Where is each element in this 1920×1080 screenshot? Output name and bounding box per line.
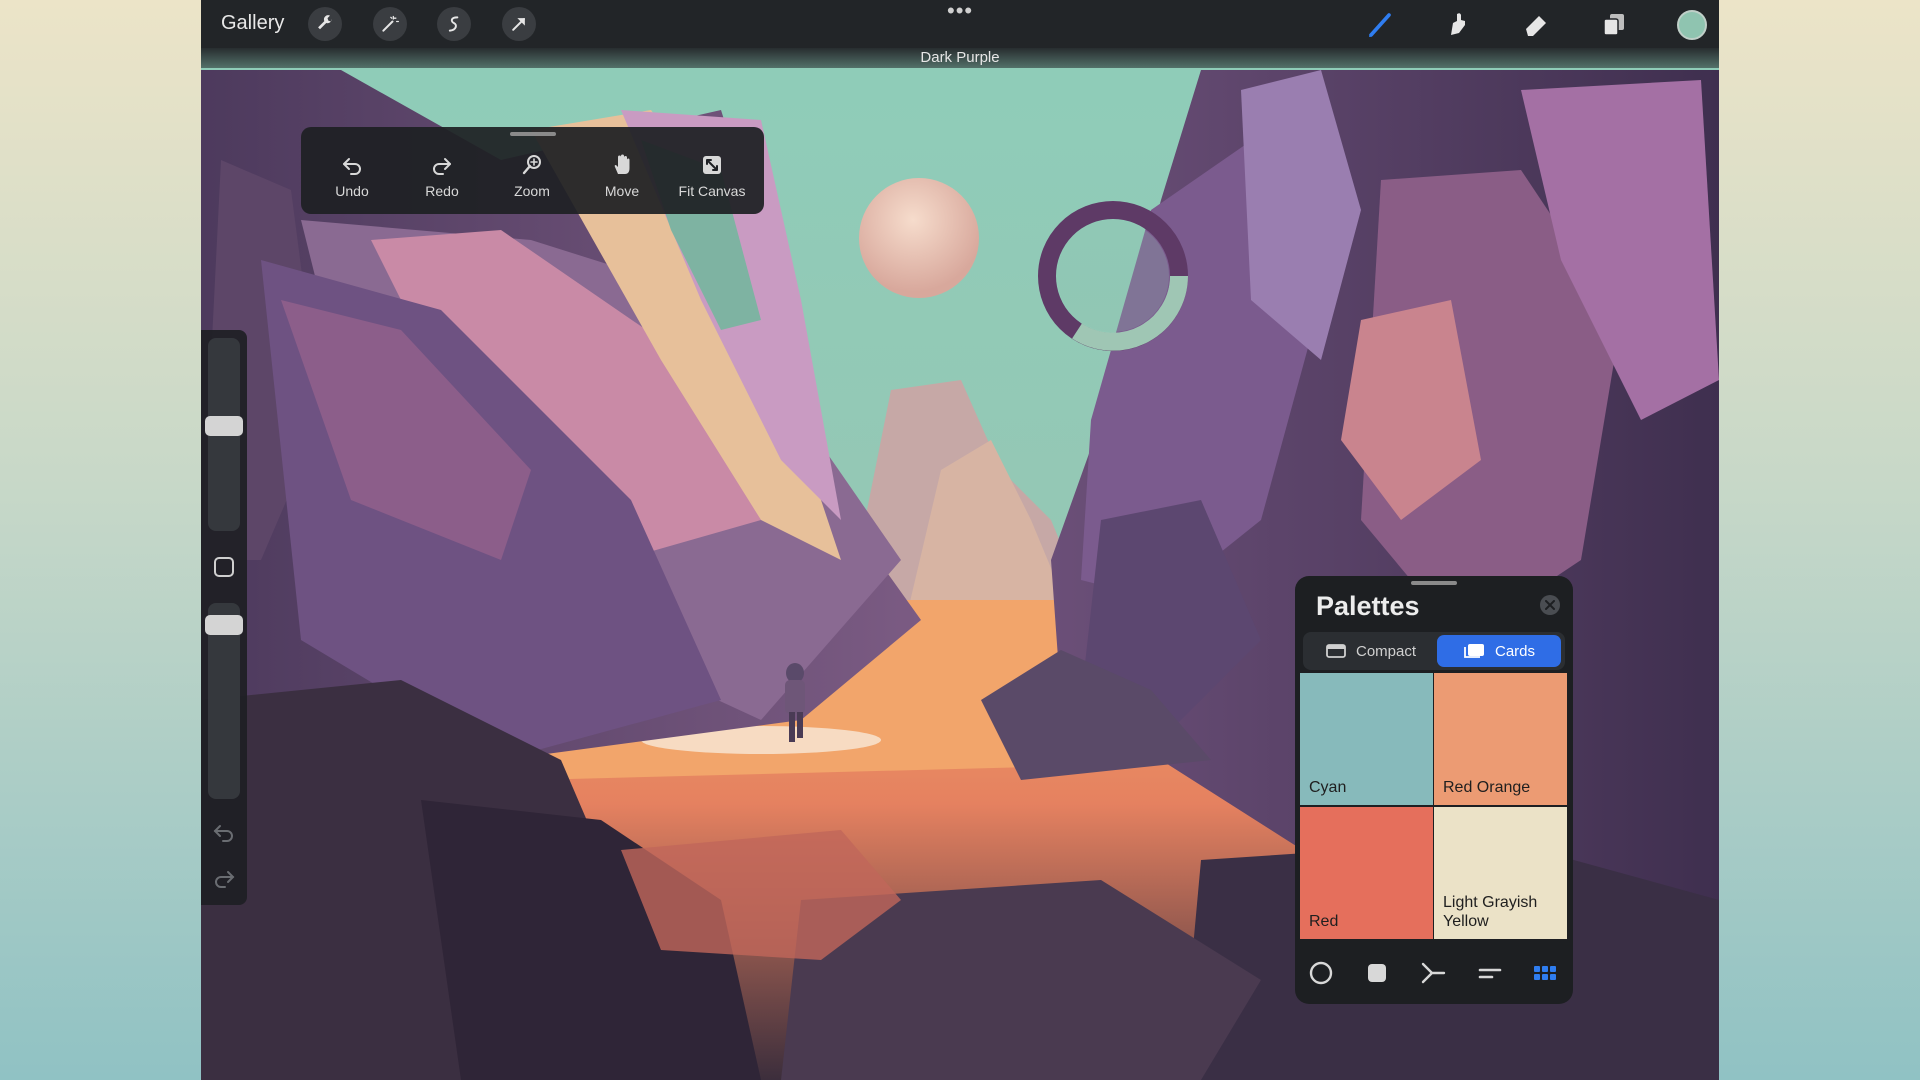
opacity-thumb[interactable]	[205, 615, 243, 635]
value-icon	[1476, 960, 1502, 986]
view-toggle: Compact Cards	[1303, 632, 1565, 670]
fit-canvas-button[interactable]: Fit Canvas	[672, 153, 752, 199]
zoom-label: Zoom	[492, 183, 572, 199]
color-mode-bar	[1295, 946, 1573, 998]
classic-mode-button[interactable]	[1362, 958, 1392, 988]
zoom-button[interactable]: Zoom	[492, 153, 572, 199]
palettes-panel: Palettes Compact Cards	[1295, 576, 1573, 1004]
harmony-mode-button[interactable]	[1418, 958, 1448, 988]
swatch-red[interactable]: Red	[1300, 807, 1433, 939]
top-toolbar: Gallery •••	[201, 0, 1719, 48]
tab-compact[interactable]: Compact	[1307, 635, 1435, 667]
undo-label: Undo	[312, 183, 392, 199]
swatch-grid: Cyan Red Orange Red Light Grayish Yellow	[1300, 673, 1568, 939]
sidebar-redo-icon[interactable]	[211, 868, 237, 890]
disc-mode-button[interactable]	[1306, 958, 1336, 988]
cards-view-icon	[1463, 643, 1485, 659]
undo-icon	[340, 153, 364, 177]
arrow-transform-icon	[509, 14, 529, 34]
transform-button[interactable]	[502, 7, 536, 41]
brush-tool-button[interactable]	[1364, 8, 1396, 40]
tab-compact-label: Compact	[1356, 643, 1416, 660]
brush-size-slider[interactable]	[208, 338, 240, 531]
swatch-cyan[interactable]: Cyan	[1300, 673, 1433, 805]
undo-button[interactable]: Undo	[312, 153, 392, 199]
eraser-icon	[1521, 9, 1551, 39]
adjustments-button[interactable]	[373, 7, 407, 41]
actions-button[interactable]	[308, 7, 342, 41]
palettes-icon	[1532, 960, 1558, 986]
hand-icon	[610, 153, 634, 177]
smudge-icon	[1443, 9, 1473, 39]
layers-button[interactable]	[1598, 8, 1630, 40]
close-icon	[1545, 600, 1555, 610]
opacity-slider[interactable]	[208, 603, 240, 799]
layers-icon	[1599, 9, 1629, 39]
sidebar	[201, 330, 247, 905]
swatch-light-grayish-yellow[interactable]: Light Grayish Yellow	[1434, 807, 1567, 939]
procreate-screen: Gallery •••	[201, 0, 1719, 1080]
smudge-tool-button[interactable]	[1442, 8, 1474, 40]
move-label: Move	[582, 183, 662, 199]
tab-cards[interactable]: Cards	[1437, 635, 1561, 667]
wrench-icon	[315, 14, 335, 34]
panel-grabber[interactable]	[510, 132, 556, 136]
selection-icon	[444, 14, 464, 34]
compact-view-icon	[1326, 643, 1346, 659]
panel-grabber[interactable]	[1411, 581, 1457, 585]
redo-icon	[430, 153, 454, 177]
disc-icon	[1308, 960, 1334, 986]
sidebar-undo-icon[interactable]	[211, 822, 237, 844]
palettes-mode-button[interactable]	[1530, 958, 1560, 988]
quick-menu-panel: Undo Redo Zoom Move	[301, 127, 764, 214]
modify-button[interactable]	[214, 557, 234, 577]
brush-icon	[1365, 9, 1395, 39]
selection-button[interactable]	[437, 7, 471, 41]
fit-canvas-label: Fit Canvas	[672, 183, 752, 199]
harmony-icon	[1420, 960, 1446, 986]
swatch-label: Light Grayish Yellow	[1443, 893, 1537, 931]
value-mode-button[interactable]	[1474, 958, 1504, 988]
zoom-icon	[520, 153, 544, 177]
brush-size-thumb[interactable]	[205, 416, 243, 436]
magic-wand-icon	[380, 14, 400, 34]
redo-button[interactable]: Redo	[402, 153, 482, 199]
swatch-label: Red Orange	[1443, 778, 1530, 797]
close-button[interactable]	[1540, 595, 1560, 615]
move-button[interactable]: Move	[582, 153, 662, 199]
more-options-icon[interactable]: •••	[947, 4, 973, 18]
tab-cards-label: Cards	[1495, 643, 1535, 660]
swatch-label: Red	[1309, 912, 1338, 931]
layer-name-label: Dark Purple	[201, 48, 1719, 68]
color-picker-button[interactable]	[1677, 10, 1707, 40]
classic-icon	[1364, 960, 1390, 986]
color-sample-ring[interactable]	[1037, 200, 1189, 352]
swatch-label: Cyan	[1309, 778, 1346, 797]
redo-label: Redo	[402, 183, 482, 199]
swatch-red-orange[interactable]: Red Orange	[1434, 673, 1567, 805]
gallery-button[interactable]: Gallery	[221, 12, 284, 35]
fit-canvas-icon	[700, 153, 724, 177]
eraser-tool-button[interactable]	[1520, 8, 1552, 40]
panel-title: Palettes	[1316, 591, 1420, 622]
